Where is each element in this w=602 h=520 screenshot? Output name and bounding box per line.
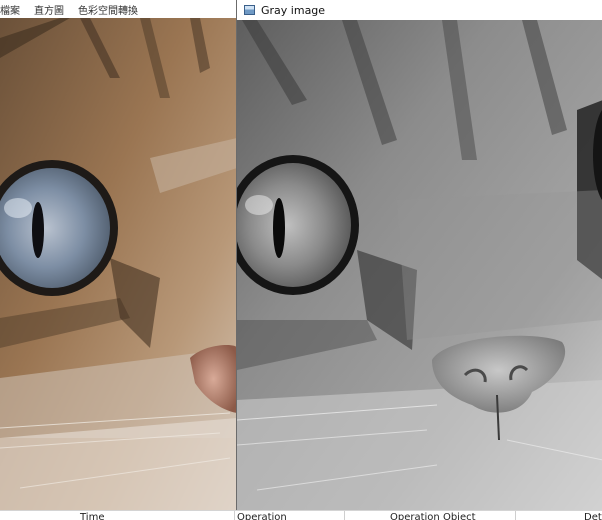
gray-image-canvas (237, 20, 602, 510)
gray-image-window: Gray image (236, 0, 602, 510)
color-cat-image (0, 18, 237, 510)
color-image-window: 檔案 直方圖 色彩空間轉換 (0, 0, 237, 510)
window-title: Gray image (261, 3, 326, 17)
window-titlebar[interactable]: Gray image (237, 0, 602, 20)
menu-item-file[interactable]: 檔案 (0, 2, 26, 17)
window-app-icon (244, 5, 255, 15)
color-image-canvas (0, 18, 237, 510)
gray-cat-image (237, 20, 602, 510)
menu-bar: 檔案 直方圖 色彩空間轉換 (0, 0, 237, 18)
menu-item-color-space[interactable]: 色彩空間轉換 (78, 2, 144, 17)
menu-item-histogram[interactable]: 直方圖 (34, 2, 70, 17)
